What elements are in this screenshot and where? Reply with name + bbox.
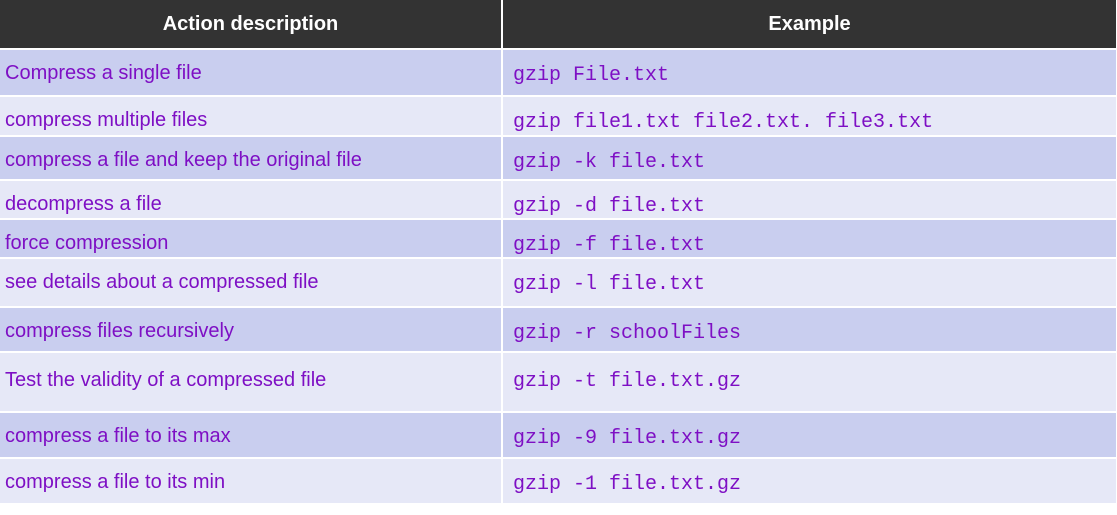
action-cell: compress a file to its min — [0, 459, 503, 505]
table-row: compress a file to its max gzip -9 file.… — [0, 413, 1116, 459]
table-header-row: Action description Example — [0, 0, 1116, 50]
table-row: compress a file and keep the original fi… — [0, 137, 1116, 181]
example-cell: gzip -d file.txt — [503, 181, 1116, 220]
example-cell: gzip -t file.txt.gz — [503, 353, 1116, 413]
action-cell: compress a file and keep the original fi… — [0, 137, 503, 181]
example-cell: gzip file1.txt file2.txt. file3.txt — [503, 97, 1116, 137]
example-cell: gzip -9 file.txt.gz — [503, 413, 1116, 459]
example-cell: gzip -l file.txt — [503, 259, 1116, 308]
example-cell: gzip -f file.txt — [503, 220, 1116, 259]
table-row: see details about a compressed file gzip… — [0, 259, 1116, 308]
example-cell: gzip -r schoolFiles — [503, 308, 1116, 353]
table-row: decompress a file gzip -d file.txt — [0, 181, 1116, 220]
table-row: compress a file to its min gzip -1 file.… — [0, 459, 1116, 505]
example-cell: gzip File.txt — [503, 50, 1116, 97]
table-row: compress multiple files gzip file1.txt f… — [0, 97, 1116, 137]
column-header-action: Action description — [0, 0, 503, 50]
action-cell: force compression — [0, 220, 503, 259]
column-header-example: Example — [503, 0, 1116, 50]
action-cell: compress a file to its max — [0, 413, 503, 459]
table-row: compress files recursively gzip -r schoo… — [0, 308, 1116, 353]
gzip-commands-table: Action description Example Compress a si… — [0, 0, 1116, 505]
action-cell: Test the validity of a compressed file — [0, 353, 503, 413]
example-cell: gzip -k file.txt — [503, 137, 1116, 181]
action-cell: compress multiple files — [0, 97, 503, 137]
action-cell: see details about a compressed file — [0, 259, 503, 308]
action-cell: compress files recursively — [0, 308, 503, 353]
action-cell: Compress a single file — [0, 50, 503, 97]
action-cell: decompress a file — [0, 181, 503, 220]
table-row: Test the validity of a compressed file g… — [0, 353, 1116, 413]
example-cell: gzip -1 file.txt.gz — [503, 459, 1116, 505]
table-row: Compress a single file gzip File.txt — [0, 50, 1116, 97]
table-row: force compression gzip -f file.txt — [0, 220, 1116, 259]
